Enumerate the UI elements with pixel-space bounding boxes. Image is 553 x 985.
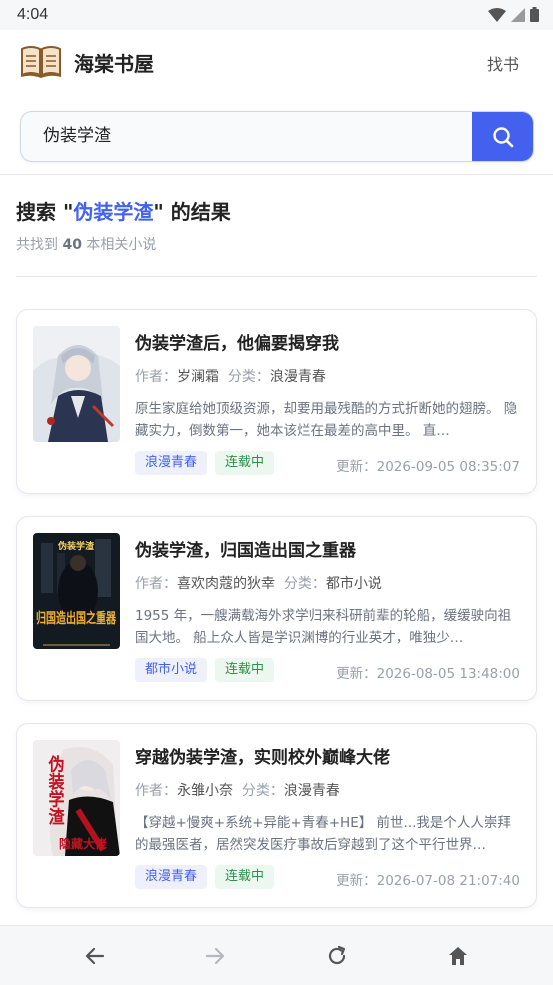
book-author: 永雏小奈 [177, 783, 233, 799]
status-tag: 连载中 [215, 658, 275, 682]
status-tag: 连载中 [215, 865, 275, 889]
author-label: 作者： [135, 576, 177, 592]
update-label: 更新： [336, 459, 377, 475]
app-title: 海棠书屋 [74, 52, 154, 76]
results-count-suffix: 本相关小说 [81, 237, 157, 253]
status-icons [488, 7, 539, 22]
cover-text-sub: 隐藏大佬 [59, 836, 107, 851]
category-tag: 浪漫青春 [135, 865, 208, 889]
book-author: 岁澜霜 [177, 369, 219, 385]
author-label: 作者： [135, 369, 177, 385]
category-label: 分类： [283, 576, 326, 592]
book-category: 浪漫青春 [269, 369, 326, 385]
book-card[interactable]: 伪装学渣 归国造出国之重器 伪装学渣，归国造出国之重器 作者：喜欢肉蔻的狄幸 分… [16, 516, 537, 701]
book-description: 1955 年，一艘满载海外求学归来科研前辈的轮船，缓缓驶向祖国大地。 船上众人皆… [135, 608, 512, 646]
header-divider [0, 174, 553, 175]
results-keyword: 伪装学渣 [73, 200, 154, 224]
category-tag: 浪漫青春 [135, 451, 208, 475]
book-update: 更新：2026-08-05 13:48:00 [336, 662, 520, 682]
book-title[interactable]: 穿越伪装学渣，实则校外巅峰大佬 [135, 743, 390, 768]
results-count: 共找到 40 本相关小说 [16, 234, 156, 254]
cover-text-top: 伪装学渣 [57, 540, 95, 552]
book-card[interactable]: 伪装学渣后，他偏要揭穿我 作者：岁澜霜 分类：浪漫青春 原生家庭给她顶级资源，却… [16, 309, 537, 494]
category-label: 分类： [227, 369, 270, 385]
search-bar: 伪装学渣 [20, 111, 534, 162]
search-button[interactable] [472, 112, 533, 161]
home-button[interactable] [442, 940, 474, 972]
app-header: 海棠书屋 找书 [0, 30, 553, 92]
book-cover[interactable]: 伪装学渣 归国造出国之重器 [33, 533, 120, 649]
book-update: 更新：2026-07-08 21:07:40 [336, 869, 520, 889]
wifi-icon [488, 7, 506, 22]
status-time: 4:04 [17, 6, 49, 23]
book-meta: 作者：岁澜霜 分类：浪漫青春 [135, 366, 326, 386]
book-meta: 作者：喜欢肉蔻的狄幸 分类：都市小说 [135, 573, 382, 593]
results-divider [16, 276, 537, 277]
book-description: 原生家庭给她顶级资源，却要用最残酷的方式折断她的翅膀。 隐藏实力，倒数第一，她本… [135, 401, 518, 439]
find-book-link[interactable]: 找书 [487, 51, 519, 75]
update-time: 2026-08-05 13:48:00 [376, 666, 520, 682]
results-count-prefix: 共找到 [16, 237, 63, 253]
update-time: 2026-07-08 21:07:40 [376, 873, 520, 889]
book-cover[interactable]: 伪装学渣 隐藏大佬 [33, 740, 120, 856]
author-label: 作者： [135, 783, 177, 799]
results-title-suffix: " 的结果 [153, 200, 231, 224]
book-title[interactable]: 伪装学渣，归国造出国之重器 [135, 536, 356, 561]
search-input[interactable]: 伪装学渣 [21, 112, 471, 161]
reload-icon [328, 945, 346, 965]
update-label: 更新： [336, 666, 377, 682]
category-tag: 都市小说 [135, 658, 208, 682]
back-button[interactable] [79, 940, 111, 972]
book-description: 【穿越+慢爽+系统+异能+青春+HE】 前世...我是个人人崇拜的最强医者，居然… [135, 815, 511, 853]
home-icon [449, 947, 467, 965]
book-meta: 作者：永雏小奈 分类：浪漫青春 [135, 780, 340, 800]
signal-icon [511, 7, 525, 22]
cover-text-main: 伪装学渣 [46, 754, 66, 825]
arrow-left-icon [85, 947, 105, 965]
status-tag: 连载中 [215, 451, 275, 475]
forward-button[interactable] [199, 940, 231, 972]
book-category: 都市小说 [325, 576, 382, 592]
update-label: 更新： [336, 873, 377, 889]
cover-text-main: 归国造出国之重器 [36, 610, 117, 627]
book-author: 喜欢肉蔻的狄幸 [177, 576, 275, 592]
update-time: 2026-09-05 08:35:07 [376, 459, 520, 475]
category-label: 分类： [241, 783, 284, 799]
results-count-number: 40 [62, 237, 82, 253]
open-book-icon [21, 46, 61, 78]
results-title-prefix: 搜索 " [16, 200, 74, 224]
book-card[interactable]: 伪装学渣 隐藏大佬 穿越伪装学渣，实则校外巅峰大佬 作者：永雏小奈 分类：浪漫青… [16, 723, 537, 908]
results-title: 搜索 "伪装学渣" 的结果 [16, 196, 231, 225]
search-icon [492, 126, 513, 147]
bottom-nav-bar [0, 925, 553, 985]
arrow-right-icon [205, 947, 225, 965]
reload-button[interactable] [321, 940, 353, 972]
book-title[interactable]: 伪装学渣后，他偏要揭穿我 [135, 329, 339, 354]
book-category: 浪漫青春 [283, 783, 340, 799]
book-update: 更新：2026-09-05 08:35:07 [336, 455, 520, 475]
battery-icon [530, 7, 539, 22]
book-cover[interactable] [33, 326, 120, 442]
status-bar: 4:04 [0, 0, 553, 30]
